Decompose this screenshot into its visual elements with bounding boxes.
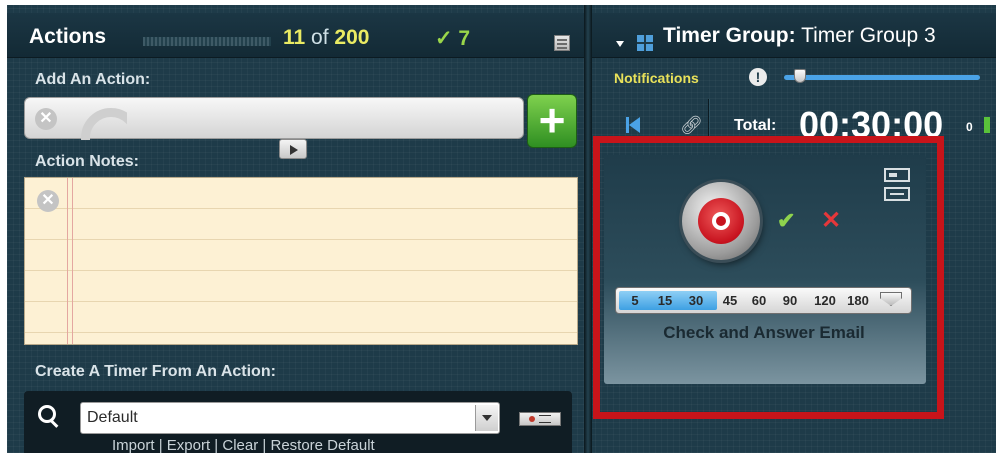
create-timer-bar: Default Import | Export | Clear | Restor… bbox=[24, 391, 572, 453]
notes-margin-line bbox=[67, 178, 73, 344]
expand-arrow-icon[interactable] bbox=[279, 139, 307, 159]
duration-option[interactable]: 120 bbox=[810, 291, 840, 310]
link-icon[interactable]: 🔗︎ bbox=[680, 115, 703, 136]
link-separator: | bbox=[262, 437, 267, 453]
grid-icon[interactable] bbox=[637, 35, 653, 51]
actions-panel: Actions 11 of 200 ✓ 7 Add An Action: ✕ +… bbox=[7, 5, 584, 453]
search-icon[interactable] bbox=[38, 405, 58, 425]
done-check-icon[interactable]: ✔ bbox=[777, 208, 795, 234]
duration-option[interactable]: 5 bbox=[624, 291, 646, 310]
volume-slider[interactable] bbox=[784, 75, 980, 80]
clear-notes-icon[interactable]: ✕ bbox=[37, 190, 59, 212]
list-view-icon[interactable] bbox=[554, 35, 570, 51]
volume-slider-knob[interactable] bbox=[794, 69, 806, 83]
app-window: Actions 11 of 200 ✓ 7 Add An Action: ✕ +… bbox=[7, 5, 996, 453]
rss-icon bbox=[77, 104, 127, 140]
total-time: 00:30:00 bbox=[799, 104, 944, 145]
restore-default-link[interactable]: Restore Default bbox=[270, 437, 374, 453]
total-label: Total: bbox=[734, 117, 777, 134]
duration-option[interactable]: 15 bbox=[653, 291, 677, 310]
record-button-core bbox=[698, 198, 744, 244]
collapse-triangle-icon[interactable] bbox=[616, 41, 624, 47]
actions-links: Import | Export | Clear | Restore Defaul… bbox=[112, 437, 375, 453]
link-separator: | bbox=[214, 437, 219, 453]
dropdown-arrow-icon[interactable] bbox=[475, 405, 498, 431]
group-counter: 0 bbox=[966, 120, 973, 134]
panel-divider[interactable] bbox=[584, 5, 592, 453]
timer-task-name[interactable]: Check and Answer Email bbox=[614, 323, 914, 343]
actions-count-separator: of bbox=[311, 26, 329, 49]
actions-count: 11 of 200 bbox=[283, 26, 369, 50]
timer-template-select[interactable]: Default bbox=[80, 402, 500, 434]
clear-link[interactable]: Clear bbox=[222, 437, 258, 453]
add-action-input[interactable]: ✕ bbox=[24, 97, 524, 140]
duration-selector[interactable]: 5 15 30 45 60 90 120 180 bbox=[615, 287, 912, 314]
expand-width-icon[interactable] bbox=[884, 187, 910, 201]
clear-input-icon[interactable]: ✕ bbox=[35, 108, 57, 130]
record-button-icon[interactable] bbox=[682, 182, 760, 260]
actions-progress-track bbox=[143, 37, 271, 46]
create-timer-label: Create A Timer From An Action: bbox=[35, 363, 276, 380]
add-action-label: Add An Action: bbox=[35, 71, 151, 88]
notifications-label: Notifications bbox=[614, 70, 699, 86]
status-indicator bbox=[984, 117, 990, 133]
alert-icon[interactable]: ! bbox=[749, 68, 767, 86]
duration-slider-knob[interactable] bbox=[880, 292, 902, 306]
actions-count-total: 200 bbox=[334, 26, 370, 49]
record-mini-button[interactable] bbox=[519, 412, 561, 426]
timer-card bbox=[604, 155, 926, 384]
link-separator: | bbox=[158, 437, 163, 453]
duration-option[interactable]: 30 bbox=[684, 291, 708, 310]
duration-option[interactable]: 45 bbox=[718, 291, 742, 310]
duration-option[interactable]: 60 bbox=[747, 291, 771, 310]
duration-option[interactable]: 90 bbox=[778, 291, 802, 310]
timer-group-name[interactable]: Timer Group 3 bbox=[801, 24, 936, 47]
actions-title: Actions bbox=[29, 25, 107, 48]
timer-group-title-prefix: Timer Group: bbox=[663, 24, 796, 47]
toolbar-divider bbox=[708, 99, 709, 143]
card-view-controls bbox=[884, 168, 912, 206]
action-notes-textarea[interactable]: ✕ bbox=[24, 177, 578, 345]
add-action-button[interactable]: + bbox=[527, 94, 577, 148]
completed-count: ✓ 7 bbox=[435, 27, 471, 50]
actions-header: Actions 11 of 200 ✓ 7 bbox=[7, 13, 584, 58]
duration-option[interactable]: 180 bbox=[843, 291, 873, 310]
timer-group-title: Timer Group: Timer Group 3 bbox=[663, 24, 936, 48]
skip-back-icon[interactable] bbox=[626, 117, 640, 133]
action-notes-label: Action Notes: bbox=[35, 153, 139, 170]
import-link[interactable]: Import bbox=[112, 437, 155, 453]
export-link[interactable]: Export bbox=[167, 437, 210, 453]
cancel-x-icon[interactable]: ✕ bbox=[821, 206, 841, 235]
actions-count-current: 11 bbox=[283, 26, 306, 49]
timer-group-header: Timer Group: Timer Group 3 bbox=[592, 13, 996, 58]
compact-view-icon[interactable] bbox=[884, 168, 910, 182]
